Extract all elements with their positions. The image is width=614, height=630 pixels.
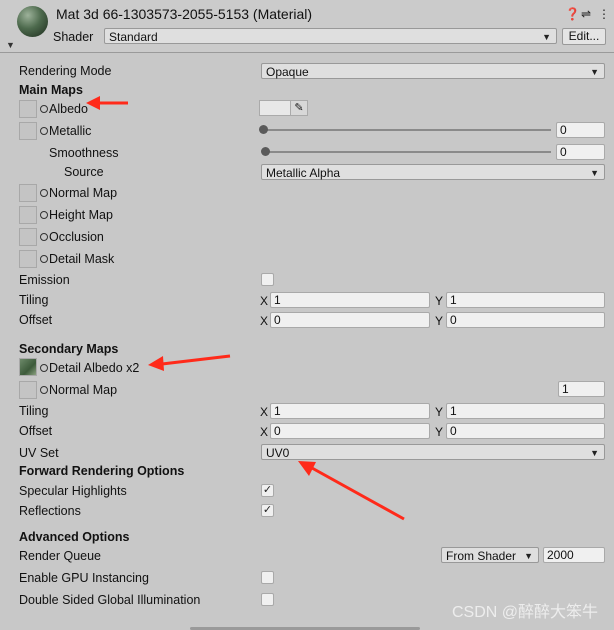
arrow-to-uv-set xyxy=(298,461,405,521)
arrow-to-albedo xyxy=(86,96,128,110)
annotation-arrows xyxy=(86,96,405,521)
arrow-to-detail-albedo xyxy=(148,354,231,371)
